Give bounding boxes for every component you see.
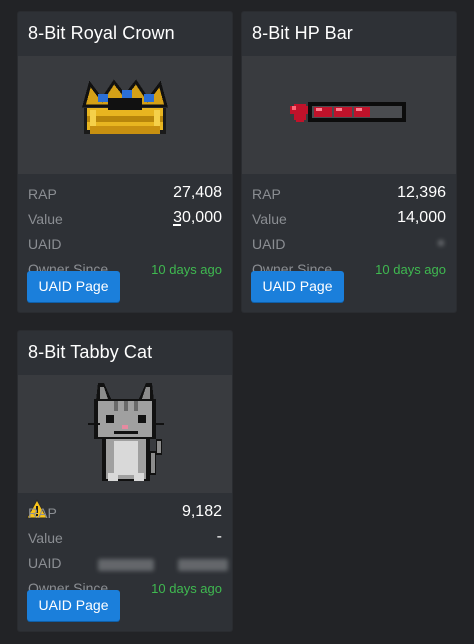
- uaid-page-button[interactable]: UAID Page: [27, 271, 120, 302]
- value-value: -: [216, 528, 222, 545]
- owner-since-value: 10 days ago: [151, 262, 222, 277]
- value-value: 14,000: [397, 209, 446, 226]
- item-title[interactable]: 8-Bit HP Bar: [252, 23, 353, 44]
- tabby-cat-icon: [88, 383, 164, 481]
- item-thumbnail[interactable]: [18, 375, 232, 519]
- crown-icon: [82, 79, 168, 134]
- uaid-redacted: [438, 240, 444, 246]
- item-title[interactable]: 8-Bit Tabby Cat: [28, 342, 152, 363]
- item-card-tabby-cat[interactable]: 8-Bit Tabby Cat RAP 9,182 Value - UAID O…: [18, 331, 232, 631]
- uaid-page-button[interactable]: UAID Page: [27, 590, 120, 621]
- rap-label: RAP: [28, 505, 57, 521]
- item-thumbnail[interactable]: [18, 56, 232, 174]
- value-label: Value: [28, 530, 63, 546]
- rap-value: 27,408: [173, 184, 222, 201]
- uaid-redacted: [98, 559, 154, 571]
- owner-since-value: 10 days ago: [151, 581, 222, 596]
- rap-label: RAP: [28, 186, 57, 202]
- value-value: 30,000: [173, 209, 222, 227]
- value-label: Value: [28, 211, 63, 227]
- item-card-royal-crown[interactable]: 8-Bit Royal Crown RAP 27,408 Value 30,00…: [18, 12, 232, 312]
- item-card-hp-bar[interactable]: 8-Bit HP Bar RAP 12,396 Value 14,000 UAI…: [242, 12, 456, 312]
- rap-value: 9,182: [181, 503, 222, 520]
- uaid-redacted: [178, 559, 228, 571]
- rap-value: 12,396: [397, 184, 446, 201]
- item-thumbnail[interactable]: [242, 56, 456, 174]
- rap-label: RAP: [252, 186, 281, 202]
- owner-since-value: 10 days ago: [375, 262, 446, 277]
- item-title[interactable]: 8-Bit Royal Crown: [28, 23, 175, 44]
- value-label: Value: [252, 211, 287, 227]
- uaid-label: UAID: [252, 236, 286, 252]
- hp-bar-icon: [290, 102, 406, 122]
- uaid-label: UAID: [28, 555, 62, 571]
- uaid-label: UAID: [28, 236, 62, 252]
- uaid-page-button[interactable]: UAID Page: [251, 271, 344, 302]
- text-cursor: [173, 224, 182, 226]
